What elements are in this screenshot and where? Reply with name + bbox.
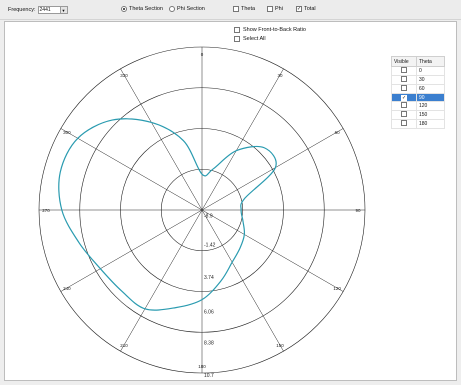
radial-tick-label: 10.7 [204, 373, 214, 379]
visible-checkbox[interactable] [401, 102, 407, 108]
theta-value: 90 [416, 93, 445, 102]
grid-spoke [120, 68, 203, 211]
table-row[interactable]: 150 [391, 110, 445, 120]
angular-tick-label: 210 [120, 343, 128, 348]
angular-tick-label: 120 [333, 286, 341, 291]
grid-spoke [120, 209, 203, 352]
theta-column-header: Theta [416, 56, 445, 67]
radial-tick-label: 6.06 [204, 309, 214, 315]
visible-cell [391, 66, 417, 76]
visible-cell [391, 101, 417, 111]
grid-spoke [201, 209, 284, 352]
theta-value: 0 [416, 66, 445, 76]
visible-checkbox[interactable] [401, 120, 407, 126]
angular-tick-label: 300 [63, 130, 71, 135]
theta-value: 120 [416, 101, 445, 111]
visible-cell [391, 84, 417, 94]
series-line [58, 118, 277, 311]
visible-column-header: Visible [391, 56, 417, 67]
visible-checkbox[interactable] [401, 76, 407, 82]
angular-tick-label: 240 [63, 286, 71, 291]
visible-cell [391, 75, 417, 85]
radial-tick-label: 8.38 [204, 340, 214, 346]
table-row[interactable]: 30 [391, 75, 445, 85]
series-group [58, 118, 277, 311]
theta-value: 150 [416, 110, 445, 120]
theta-table-body: 0 30 60 ✓ 90 120 150 180 [391, 66, 445, 129]
visible-checkbox[interactable]: ✓ [401, 94, 407, 101]
table-row[interactable]: 120 [391, 101, 445, 111]
radial-tick-label: 3.74 [204, 275, 214, 281]
theta-visibility-table: Visible Theta 0 30 60 ✓ 90 120 150 180 [391, 56, 445, 129]
polar-grid [38, 46, 366, 374]
grid-spoke [201, 128, 344, 211]
grid-spoke [60, 128, 203, 211]
grid-spoke [201, 68, 284, 211]
angular-tick-label: 0 [201, 52, 204, 57]
radial-tick-label: -1.42 [204, 243, 216, 249]
angular-tick-label: 150 [276, 343, 284, 348]
table-row[interactable]: 60 [391, 84, 445, 94]
visible-checkbox[interactable] [401, 85, 407, 91]
angular-tick-label: 330 [120, 73, 128, 78]
visible-checkbox[interactable] [401, 67, 407, 73]
table-row[interactable]: 0 [391, 66, 445, 76]
grid-spoke [60, 209, 203, 292]
angular-tick-label: 270 [42, 208, 50, 213]
theta-value: 180 [416, 119, 445, 129]
table-row[interactable]: ✓ 90 [391, 93, 445, 102]
angular-tick-label: 180 [198, 364, 206, 369]
theta-value: 30 [416, 75, 445, 85]
grid-spoke [201, 209, 344, 292]
angular-tick-label: 60 [335, 130, 341, 135]
visible-checkbox[interactable] [401, 111, 407, 117]
radial-tick-label: -8.9 [204, 213, 213, 219]
theta-value: 60 [416, 84, 445, 94]
table-row[interactable]: 180 [391, 119, 445, 129]
angular-tick-label: 90 [355, 208, 361, 213]
visible-cell [391, 110, 417, 120]
angular-tick-label: 30 [277, 73, 283, 78]
visible-cell [391, 119, 417, 129]
visible-cell: ✓ [391, 93, 417, 102]
radial-tick-labels: -8.9 -1.42 3.74 6.06 8.38 10.7 [204, 213, 216, 379]
